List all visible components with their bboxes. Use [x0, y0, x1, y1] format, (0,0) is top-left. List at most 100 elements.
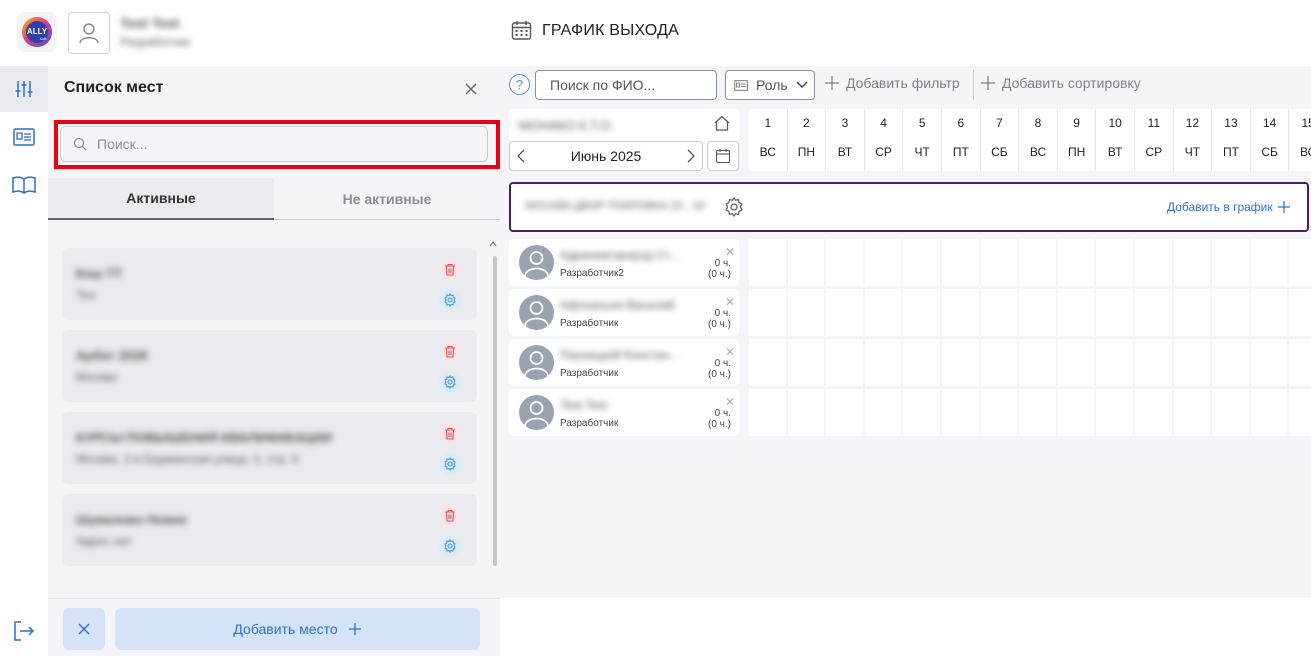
delete-place-button[interactable]: [439, 340, 461, 362]
delete-place-button[interactable]: [439, 422, 461, 444]
settings-place-button[interactable]: [439, 289, 461, 311]
schedule-cell[interactable]: [749, 289, 786, 336]
schedule-cell[interactable]: [749, 339, 786, 386]
schedule-cell[interactable]: [1289, 389, 1311, 436]
schedule-cell[interactable]: [903, 289, 940, 336]
schedule-cell[interactable]: [1019, 389, 1056, 436]
schedule-cell[interactable]: [826, 289, 863, 336]
chevron-left-icon[interactable]: [516, 149, 526, 163]
schedule-cell[interactable]: [787, 239, 825, 286]
employee-card[interactable]: Адраневгорород Ст... Разработчик2 ✕ 0 ч.…: [509, 239, 739, 286]
schedule-cell[interactable]: [864, 389, 902, 436]
schedule-cell[interactable]: [1212, 339, 1249, 386]
schedule-cell[interactable]: [1212, 239, 1249, 286]
place-card[interactable]: Шувалово Нових Адрес нет: [62, 494, 477, 566]
search-field[interactable]: [60, 126, 488, 162]
add-sort-button[interactable]: Добавить сортировку: [980, 75, 1141, 91]
remove-employee-button[interactable]: ✕: [725, 345, 735, 359]
schedule-cell[interactable]: [1250, 239, 1288, 286]
remove-employee-button[interactable]: ✕: [725, 395, 735, 409]
schedule-cell[interactable]: [1173, 389, 1211, 436]
home-button[interactable]: [713, 114, 735, 136]
schedule-cell[interactable]: [1057, 389, 1095, 436]
rail-id-card-button[interactable]: [0, 114, 48, 160]
schedule-cell[interactable]: [749, 239, 786, 286]
delete-place-button[interactable]: [439, 258, 461, 280]
schedule-cell[interactable]: [864, 239, 902, 286]
schedule-cell[interactable]: [1250, 339, 1288, 386]
schedule-cell[interactable]: [1096, 239, 1133, 286]
schedule-cell[interactable]: [1289, 239, 1311, 286]
schedule-cell[interactable]: [903, 339, 940, 386]
calendar-picker-button[interactable]: [707, 141, 739, 171]
settings-place-button[interactable]: [439, 535, 461, 557]
schedule-cell[interactable]: [1019, 239, 1056, 286]
place-card[interactable]: КУРСЫ ПОВЫШЕНИЯ КВАЛИФИКАЦИИ Москва, 2-я…: [62, 412, 477, 484]
schedule-cell[interactable]: [864, 289, 902, 336]
user-avatar[interactable]: [68, 12, 110, 54]
schedule-cell[interactable]: [980, 289, 1018, 336]
schedule-cell[interactable]: [1135, 339, 1172, 386]
place-card[interactable]: Кош ТТ Тел: [62, 248, 477, 320]
schedule-cell[interactable]: [1057, 339, 1095, 386]
schedule-cell[interactable]: [1173, 239, 1211, 286]
schedule-cell[interactable]: [864, 339, 902, 386]
employee-card[interactable]: Афлнасьев Василий Разработчик ✕ 0 ч. (0 ч…: [509, 289, 739, 336]
schedule-cell[interactable]: [826, 389, 863, 436]
schedule-cell[interactable]: [787, 389, 825, 436]
rail-book-button[interactable]: [0, 162, 48, 208]
tab-inactive[interactable]: Не активные: [274, 178, 500, 220]
settings-place-button[interactable]: [439, 371, 461, 393]
schedule-cell[interactable]: [980, 239, 1018, 286]
schedule-cell[interactable]: [1096, 339, 1133, 386]
schedule-cell[interactable]: [826, 239, 863, 286]
remove-employee-button[interactable]: ✕: [725, 245, 735, 259]
schedule-cell[interactable]: [1173, 289, 1211, 336]
footer-close-button[interactable]: [63, 608, 105, 650]
schedule-cell[interactable]: [1173, 339, 1211, 386]
schedule-cell[interactable]: [749, 389, 786, 436]
search-input[interactable]: [97, 136, 457, 152]
help-button[interactable]: ?: [509, 74, 530, 95]
schedule-cell[interactable]: [1096, 289, 1133, 336]
schedule-cell[interactable]: [903, 389, 940, 436]
schedule-cell[interactable]: [980, 339, 1018, 386]
schedule-cell[interactable]: [1135, 389, 1172, 436]
schedule-cell[interactable]: [787, 339, 825, 386]
scroll-thumb[interactable]: [493, 256, 497, 566]
schedule-cell[interactable]: [980, 389, 1018, 436]
add-to-schedule-button[interactable]: Добавить в график: [1167, 200, 1291, 214]
schedule-cell[interactable]: [1096, 389, 1133, 436]
schedule-cell[interactable]: [942, 339, 979, 386]
schedule-cell[interactable]: [826, 339, 863, 386]
schedule-cell[interactable]: [1019, 289, 1056, 336]
schedule-cell[interactable]: [1212, 289, 1249, 336]
logout-button[interactable]: [12, 619, 36, 643]
add-filter-button[interactable]: Добавить фильтр: [824, 75, 960, 91]
role-select[interactable]: Роль: [725, 70, 815, 100]
schedule-cell[interactable]: [1250, 289, 1288, 336]
add-place-button[interactable]: Добавить место: [115, 608, 480, 650]
employee-card[interactable]: Паоницкий Констан... Разработчик ✕ 0 ч.(…: [509, 339, 739, 386]
schedule-cell[interactable]: [1057, 289, 1095, 336]
tab-active[interactable]: Активные: [48, 178, 274, 220]
fio-search-input[interactable]: [535, 70, 717, 100]
place-card[interactable]: Арбат 2028 Москва: [62, 330, 477, 402]
panel-close-button[interactable]: [462, 80, 480, 98]
schedule-cell[interactable]: [1289, 289, 1311, 336]
remove-employee-button[interactable]: ✕: [725, 295, 735, 309]
schedule-cell[interactable]: [1212, 389, 1249, 436]
schedule-cell[interactable]: [942, 239, 979, 286]
schedule-cell[interactable]: [1135, 239, 1172, 286]
chevron-right-icon[interactable]: [686, 149, 696, 163]
schedule-cell[interactable]: [903, 239, 940, 286]
schedule-cell[interactable]: [1250, 389, 1288, 436]
schedule-cell[interactable]: [1289, 339, 1311, 386]
schedule-cell[interactable]: [787, 289, 825, 336]
schedule-cell[interactable]: [1135, 289, 1172, 336]
schedule-cell[interactable]: [1019, 339, 1056, 386]
settings-place-button[interactable]: [439, 453, 461, 475]
delete-place-button[interactable]: [439, 504, 461, 526]
schedule-cell[interactable]: [942, 289, 979, 336]
rail-filters-button[interactable]: [0, 66, 48, 112]
